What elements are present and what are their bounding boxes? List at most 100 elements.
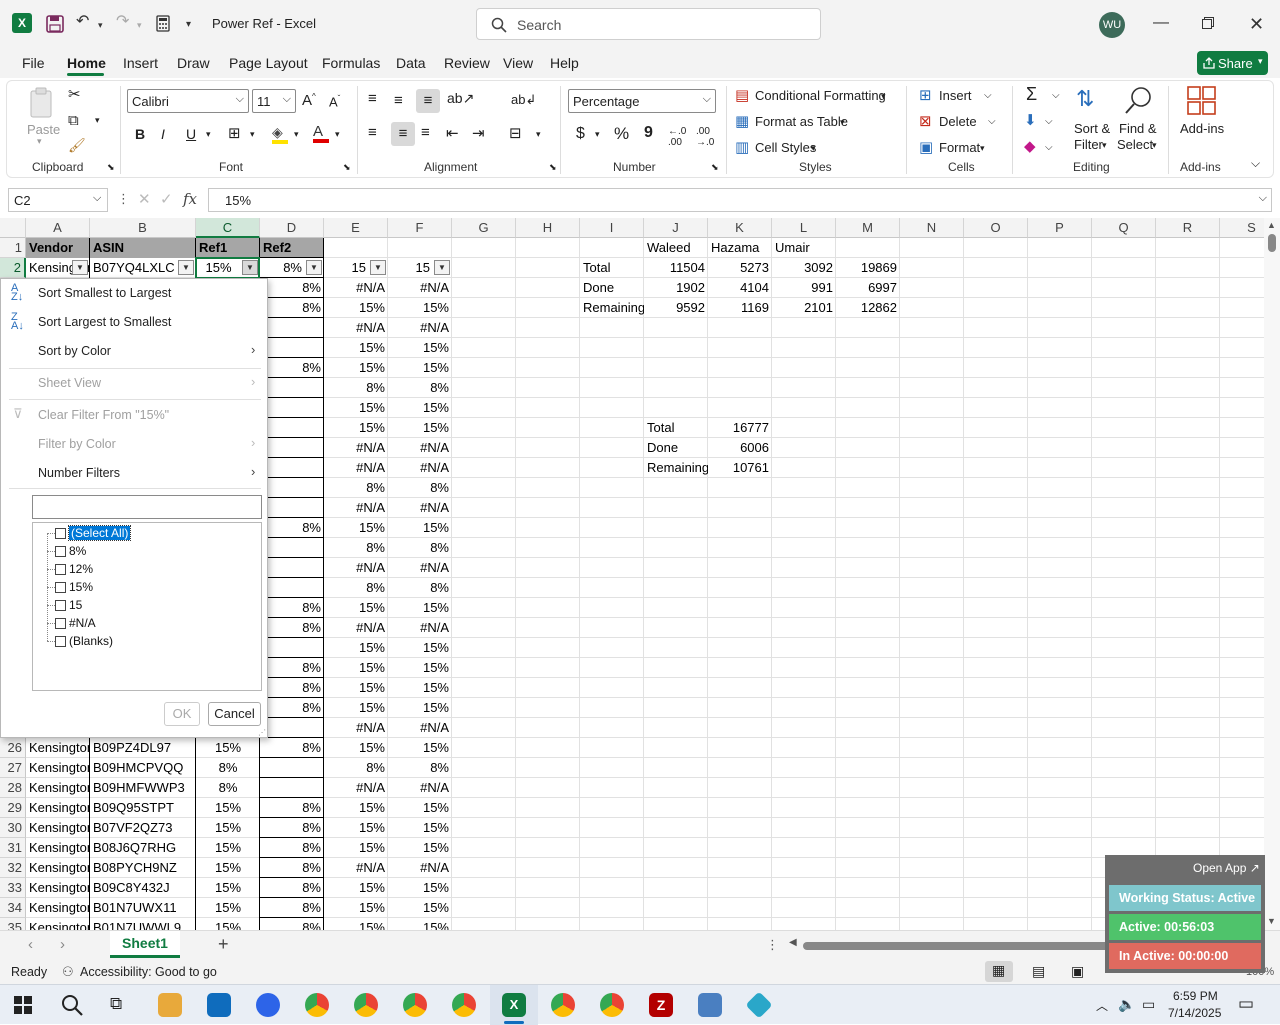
insert-cells-button[interactable]: Insert (939, 88, 972, 103)
chrome-icon[interactable] (403, 993, 427, 1017)
conditional-dropdown-icon[interactable]: ▾ (881, 91, 886, 102)
format-cells-button[interactable]: Format (939, 140, 980, 155)
cell-d30[interactable]: 8% (260, 818, 324, 838)
avatar[interactable]: WU (1099, 12, 1125, 38)
cell-e18[interactable]: 8% (324, 578, 388, 598)
column-header-m[interactable]: M (836, 218, 900, 238)
filter-option-label[interactable]: 8% (69, 544, 86, 558)
paste-icon[interactable] (28, 86, 56, 120)
column-header-g[interactable]: G (452, 218, 516, 238)
sort-ascending-item[interactable]: Sort Smallest to Largest (38, 286, 171, 300)
filter-checkbox[interactable] (55, 600, 66, 611)
cell-b35[interactable]: B01N7UWWL9 (90, 918, 196, 930)
summary-value[interactable]: 2101 (772, 298, 836, 318)
delete-dropdown-icon[interactable]: ⌵ (988, 116, 996, 127)
align-center-icon[interactable]: ≡ (391, 122, 415, 146)
align-left-icon[interactable]: ≡ (368, 124, 377, 141)
cell-f33[interactable]: 15% (388, 878, 452, 898)
row-header-33[interactable]: 33 (0, 878, 26, 898)
overall-value[interactable]: 6006 (708, 438, 772, 458)
filter-option-label[interactable]: 15 (69, 598, 82, 612)
cancel-button[interactable]: Cancel (208, 702, 261, 726)
copy-icon[interactable]: ⧉ (68, 112, 79, 129)
find-select-label[interactable]: Find & (1119, 121, 1157, 136)
cell-a27[interactable]: Kensington (26, 758, 90, 778)
overall-label[interactable]: Done (644, 438, 708, 458)
cell-b28[interactable]: B09HMFWWP3 (90, 778, 196, 798)
summary-value[interactable]: 6997 (836, 278, 900, 298)
fill-dropdown-icon[interactable]: ⌵ (1045, 116, 1053, 127)
cell-f28[interactable]: #N/A (388, 778, 452, 798)
column-header-d[interactable]: D (260, 218, 324, 238)
fill-icon[interactable]: ⬇ (1024, 111, 1037, 129)
cell-a28[interactable]: Kensington (26, 778, 90, 798)
decrease-font-icon[interactable]: Aˇ (329, 94, 340, 109)
increase-decimal-icon[interactable]: ←.0.00 (668, 126, 686, 148)
menu-help[interactable]: Help (550, 55, 579, 71)
cell-f23[interactable]: 15% (388, 678, 452, 698)
taskbar-search-icon[interactable] (61, 994, 83, 1016)
outlook-icon[interactable] (207, 993, 231, 1017)
header-cell-asin[interactable]: ASIN (90, 238, 196, 258)
clock-time[interactable]: 6:59 PM (1173, 989, 1218, 1003)
cell-e33[interactable]: 15% (324, 878, 388, 898)
delete-cells-button[interactable]: Delete (939, 114, 977, 129)
header-cell-ref1[interactable]: Ref1 (196, 238, 260, 258)
cell-e22[interactable]: 15% (324, 658, 388, 678)
percent-button[interactable]: % (614, 124, 629, 144)
cell-d34[interactable]: 8% (260, 898, 324, 918)
more-options-icon[interactable]: ⋮ (117, 191, 130, 207)
insert-function-icon[interactable]: fx (183, 190, 197, 208)
cell-f20[interactable]: #N/A (388, 618, 452, 638)
cell-e5[interactable]: #N/A (324, 318, 388, 338)
column-header-b[interactable]: B (90, 218, 196, 238)
column-header-j[interactable]: J (644, 218, 708, 238)
menu-file[interactable]: File (22, 55, 45, 71)
row-header-1[interactable]: 1 (0, 238, 26, 258)
row-header-34[interactable]: 34 (0, 898, 26, 918)
cell-f6[interactable]: 15% (388, 338, 452, 358)
prev-sheet-icon[interactable]: ‹ (28, 936, 33, 953)
cell-b29[interactable]: B09Q95STPT (90, 798, 196, 818)
sort-filter-dropdown-icon[interactable]: ▾ (1102, 140, 1107, 151)
file-explorer-icon[interactable] (158, 993, 182, 1017)
filter-checkbox[interactable] (55, 564, 66, 575)
cell-f27[interactable]: 8% (388, 758, 452, 778)
cell-styles-dropdown-icon[interactable]: ▾ (811, 143, 816, 154)
cell-d31[interactable]: 8% (260, 838, 324, 858)
row-header-27[interactable]: 27 (0, 758, 26, 778)
cell-styles-button[interactable]: Cell Styles (755, 140, 816, 155)
network-icon[interactable]: ▭ (1142, 996, 1155, 1013)
column-header-h[interactable]: H (516, 218, 580, 238)
format-table-dropdown-icon[interactable]: ▾ (840, 117, 845, 128)
filezilla-icon[interactable]: Z (649, 993, 673, 1017)
number-format-combo[interactable]: Percentage ⌵ (568, 89, 716, 113)
column-header-q[interactable]: Q (1092, 218, 1156, 238)
column-header-f[interactable]: F (388, 218, 452, 238)
clock-date[interactable]: 7/14/2025 (1168, 1006, 1221, 1020)
add-sheet-icon[interactable]: + (218, 934, 229, 955)
cell-e23[interactable]: 15% (324, 678, 388, 698)
row-header-32[interactable]: 32 (0, 858, 26, 878)
bold-button[interactable]: B (135, 126, 145, 142)
minimize-icon[interactable]: — (1153, 14, 1169, 32)
cell-e9[interactable]: 15% (324, 398, 388, 418)
filter-value-list[interactable]: (Select All) 8% 12% 15% 15 #N/A (Blanks) (32, 522, 262, 691)
cell-a30[interactable]: Kensington (26, 818, 90, 838)
insert-cells-icon[interactable]: ⊞ (919, 86, 932, 104)
chrome-icon[interactable] (305, 993, 329, 1017)
cell-e15[interactable]: 15% (324, 518, 388, 538)
cell-e31[interactable]: 15% (324, 838, 388, 858)
cell-f32[interactable]: #N/A (388, 858, 452, 878)
comma-button[interactable]: 9 (644, 124, 653, 142)
cell-d4[interactable]: 8% (260, 298, 324, 318)
delete-cells-icon[interactable]: ⊠ (919, 112, 932, 130)
redo-icon[interactable]: ↷ (116, 14, 129, 30)
align-middle-icon[interactable]: ≡ (394, 92, 403, 109)
cell-f34[interactable]: 15% (388, 898, 452, 918)
cell-f12[interactable]: #N/A (388, 458, 452, 478)
insert-dropdown-icon[interactable]: ⌵ (984, 90, 992, 101)
summary-name[interactable]: Hazama (708, 238, 772, 258)
filter-checkbox[interactable] (55, 528, 66, 539)
merge-dropdown-icon[interactable]: ▾ (536, 129, 541, 140)
